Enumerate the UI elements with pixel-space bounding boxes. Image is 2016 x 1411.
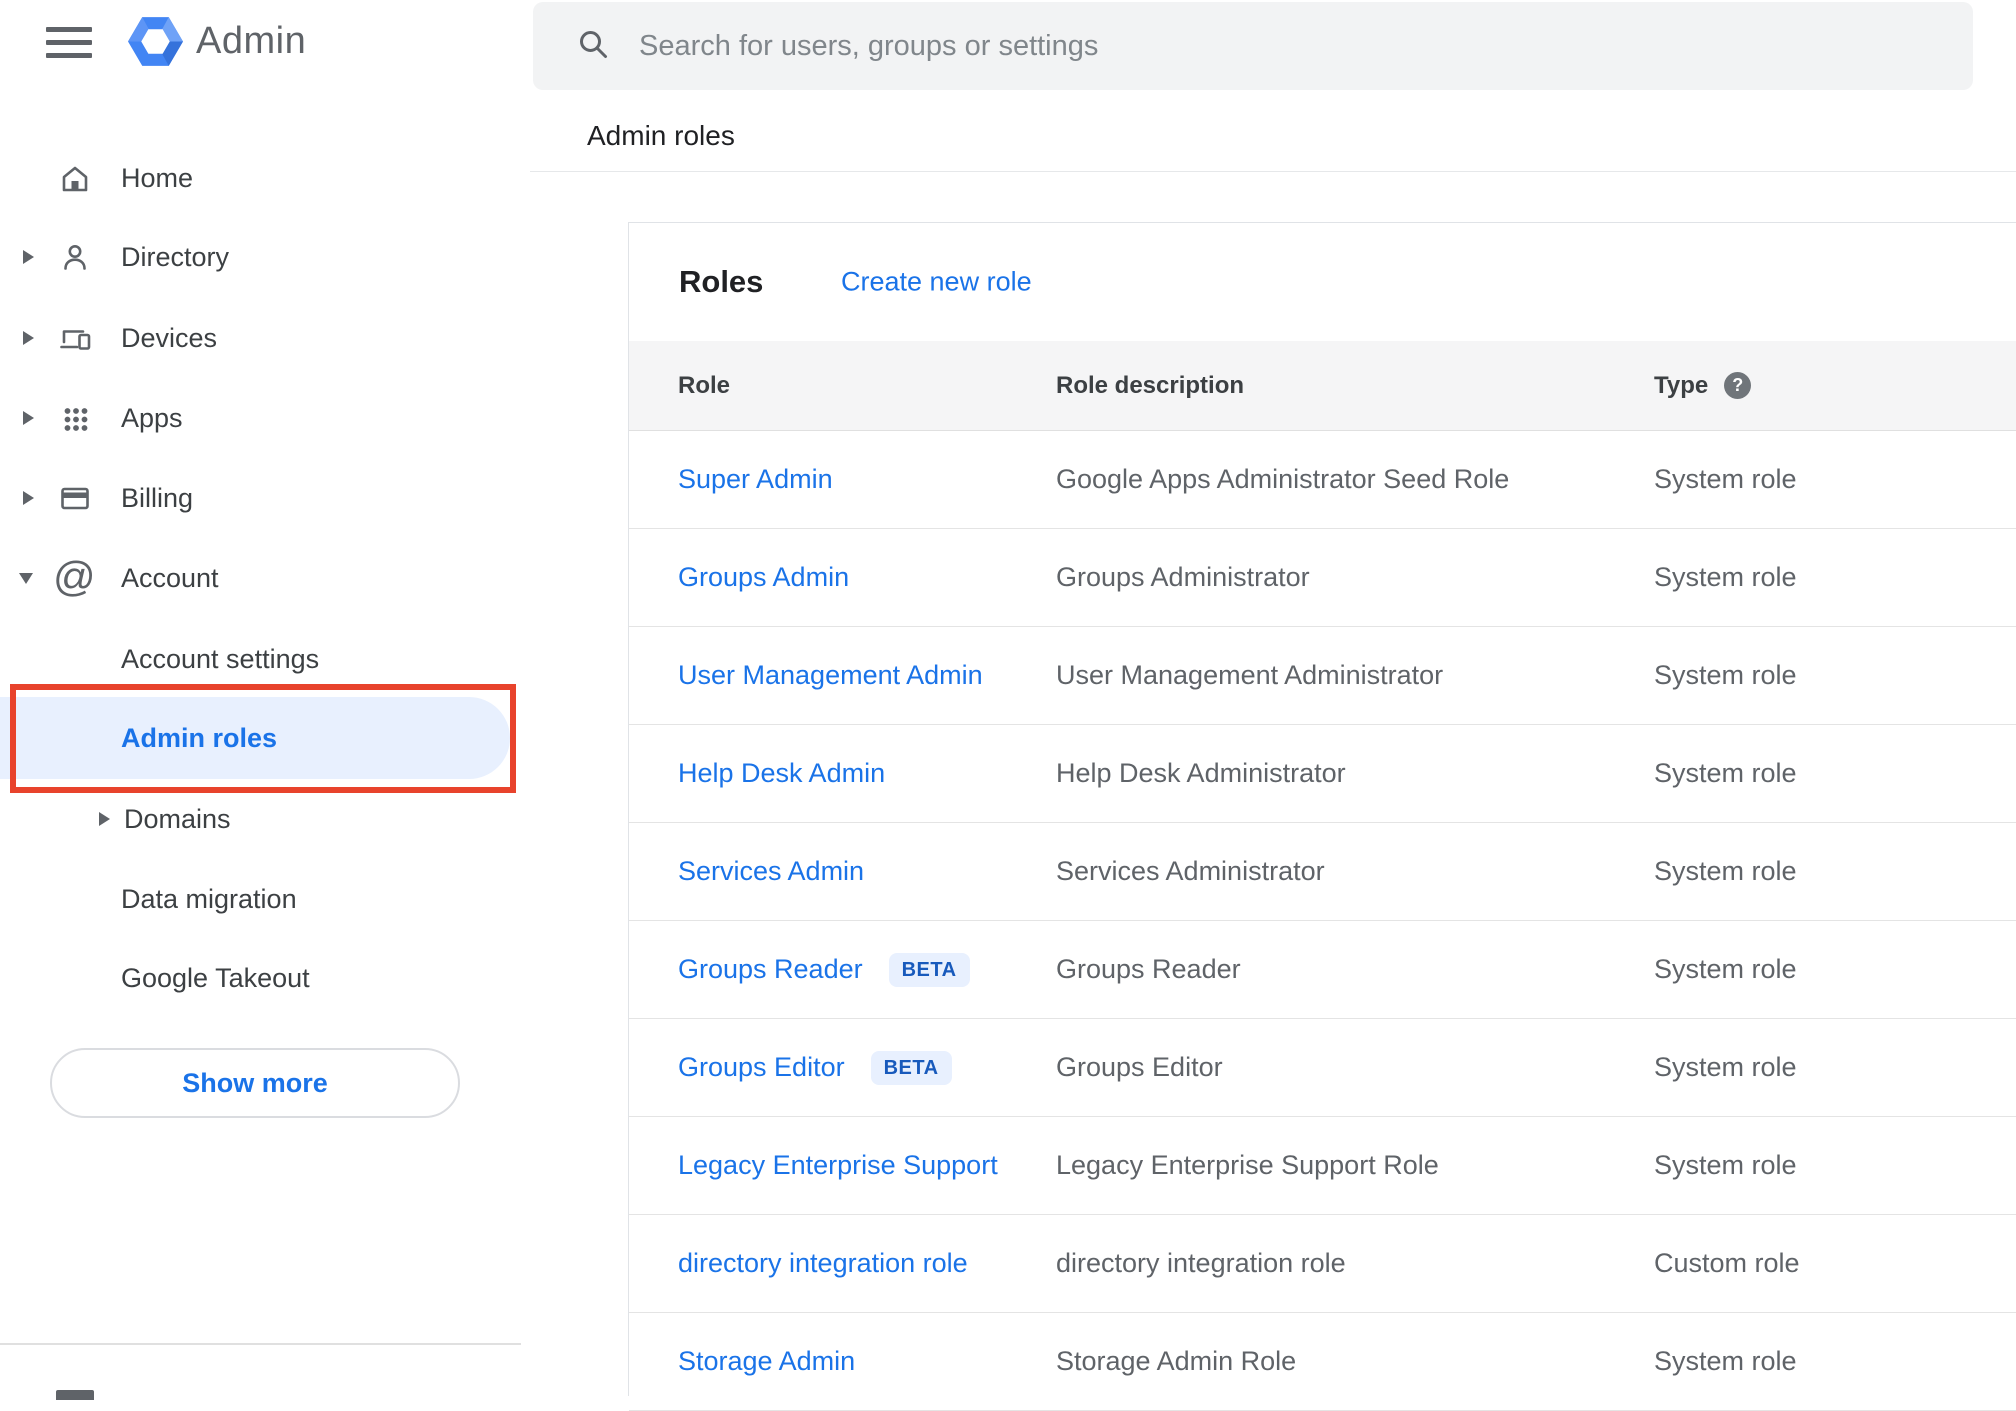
- apps-grid-icon: [57, 400, 93, 436]
- role-description: User Management Administrator: [1056, 660, 1444, 690]
- expand-arrow-icon[interactable]: [23, 250, 34, 264]
- expand-arrow-icon[interactable]: [23, 411, 34, 425]
- table-row: directory integration role directory int…: [629, 1215, 2016, 1313]
- sidebar-item-account[interactable]: @ Account: [0, 547, 530, 609]
- beta-badge: BETA: [888, 952, 970, 987]
- create-new-role-link[interactable]: Create new role: [841, 267, 1032, 298]
- person-icon: [57, 239, 93, 275]
- role-type: System role: [1654, 1052, 1797, 1082]
- role-link[interactable]: Groups Admin: [678, 562, 849, 593]
- sidebar-item-account-settings[interactable]: Account settings: [0, 628, 530, 690]
- role-link[interactable]: Storage Admin: [678, 1346, 855, 1377]
- expand-arrow-icon[interactable]: [23, 491, 34, 505]
- sidebar-item-apps[interactable]: Apps: [0, 387, 530, 449]
- expand-arrow-icon[interactable]: [23, 331, 34, 345]
- sidebar-item-google-takeout[interactable]: Google Takeout: [0, 947, 530, 1009]
- devices-icon: [57, 320, 93, 356]
- sidebar-footer-divider: [0, 1343, 521, 1345]
- role-description: Groups Reader: [1056, 954, 1241, 984]
- table-row: User Management Admin User Management Ad…: [629, 627, 2016, 725]
- role-type: System role: [1654, 1150, 1797, 1180]
- sidebar-item-directory[interactable]: Directory: [0, 226, 530, 288]
- expand-arrow-icon[interactable]: [99, 812, 110, 826]
- sidebar-item-devices[interactable]: Devices: [0, 307, 530, 369]
- search-icon: [575, 26, 611, 67]
- app-title: Admin: [196, 20, 307, 62]
- roles-card: Roles Create new role Role Role descript…: [628, 222, 2016, 1411]
- home-icon: [57, 160, 93, 196]
- role-type: System role: [1654, 1346, 1797, 1376]
- role-description: Google Apps Administrator Seed Role: [1056, 464, 1510, 494]
- role-link[interactable]: Services Admin: [678, 856, 864, 887]
- role-type: System role: [1654, 856, 1797, 886]
- role-description: Groups Editor: [1056, 1052, 1223, 1082]
- show-more-button[interactable]: Show more: [50, 1048, 460, 1118]
- column-header-role: Role: [678, 371, 731, 399]
- role-link[interactable]: Super Admin: [678, 464, 833, 495]
- role-description: Services Administrator: [1056, 856, 1325, 886]
- role-link[interactable]: User Management Admin: [678, 660, 983, 691]
- sidebar-item-label: Domains: [124, 803, 231, 834]
- role-type: System role: [1654, 954, 1797, 984]
- table-header-row: Role Role description Type ?: [629, 341, 2016, 431]
- search-input[interactable]: [637, 28, 1943, 64]
- header-divider: [530, 171, 2016, 172]
- role-type: System role: [1654, 758, 1797, 788]
- sidebar-item-home[interactable]: Home: [0, 147, 530, 209]
- search-bar[interactable]: [533, 2, 1973, 90]
- table-row: Groups Reader BETA Groups Reader System …: [629, 921, 2016, 1019]
- roles-card-header: Roles Create new role: [629, 223, 2016, 341]
- role-description: directory integration role: [1056, 1248, 1346, 1278]
- sidebar-item-billing[interactable]: Billing: [0, 467, 530, 529]
- sidebar-item-label: Account settings: [121, 643, 320, 674]
- sidebar-item-data-migration[interactable]: Data migration: [0, 868, 530, 930]
- at-sign-icon: @: [53, 553, 96, 601]
- table-row: Services Admin Services Administrator Sy…: [629, 823, 2016, 921]
- role-link[interactable]: Groups Reader: [678, 954, 863, 985]
- table-row: Groups Admin Groups Administrator System…: [629, 529, 2016, 627]
- column-header-description: Role description: [1056, 371, 1245, 399]
- role-type: System role: [1654, 464, 1797, 494]
- table-row: Groups Editor BETA Groups Editor System …: [629, 1019, 2016, 1117]
- sidebar-item-label: Account: [121, 562, 219, 593]
- role-link[interactable]: directory integration role: [678, 1248, 968, 1279]
- sidebar-item-admin-roles[interactable]: Admin roles: [0, 697, 510, 779]
- admin-logo-icon: [127, 13, 184, 70]
- sidebar-item-label: Directory: [121, 241, 230, 272]
- sidebar-item-label: Home: [121, 162, 194, 193]
- role-link[interactable]: Groups Editor: [678, 1052, 845, 1083]
- table-row: Legacy Enterprise Support Legacy Enterpr…: [629, 1117, 2016, 1215]
- sidebar-item-label: Devices: [121, 322, 218, 353]
- table-row: Super Admin Google Apps Administrator Se…: [629, 431, 2016, 529]
- sidebar-item-domains[interactable]: Domains: [0, 788, 530, 850]
- role-description: Legacy Enterprise Support Role: [1056, 1150, 1439, 1180]
- sidebar-item-label: Data migration: [121, 883, 297, 914]
- panel-title: Roles: [679, 264, 764, 299]
- breadcrumb: Admin roles: [587, 120, 735, 151]
- sidebar: Admin Home Directory Devices Apps Billin…: [0, 0, 530, 1400]
- role-type: System role: [1654, 562, 1797, 592]
- role-type: System role: [1654, 660, 1797, 690]
- role-type: Custom role: [1654, 1248, 1800, 1278]
- sidebar-header: Admin: [0, 0, 530, 86]
- role-link[interactable]: Legacy Enterprise Support: [678, 1150, 998, 1181]
- role-link[interactable]: Help Desk Admin: [678, 758, 885, 789]
- collapse-arrow-icon[interactable]: [19, 572, 33, 584]
- credit-card-icon: [57, 480, 93, 516]
- partial-footer-icon: [56, 1390, 94, 1400]
- beta-badge: BETA: [870, 1050, 952, 1085]
- role-description: Groups Administrator: [1056, 562, 1310, 592]
- sidebar-item-label: Google Takeout: [121, 962, 310, 993]
- help-icon[interactable]: ?: [1724, 372, 1752, 399]
- table-row: Help Desk Admin Help Desk Administrator …: [629, 725, 2016, 823]
- table-row: Storage Admin Storage Admin Role System …: [629, 1313, 2016, 1411]
- sidebar-item-label: Admin roles: [121, 722, 278, 753]
- table-body: Super Admin Google Apps Administrator Se…: [629, 431, 2016, 1411]
- role-description: Help Desk Administrator: [1056, 758, 1346, 788]
- column-header-type: Type: [1654, 371, 1709, 399]
- role-description: Storage Admin Role: [1056, 1346, 1297, 1376]
- hamburger-menu-icon[interactable]: [46, 27, 92, 58]
- sidebar-item-label: Apps: [121, 402, 183, 433]
- sidebar-item-label: Billing: [121, 482, 194, 513]
